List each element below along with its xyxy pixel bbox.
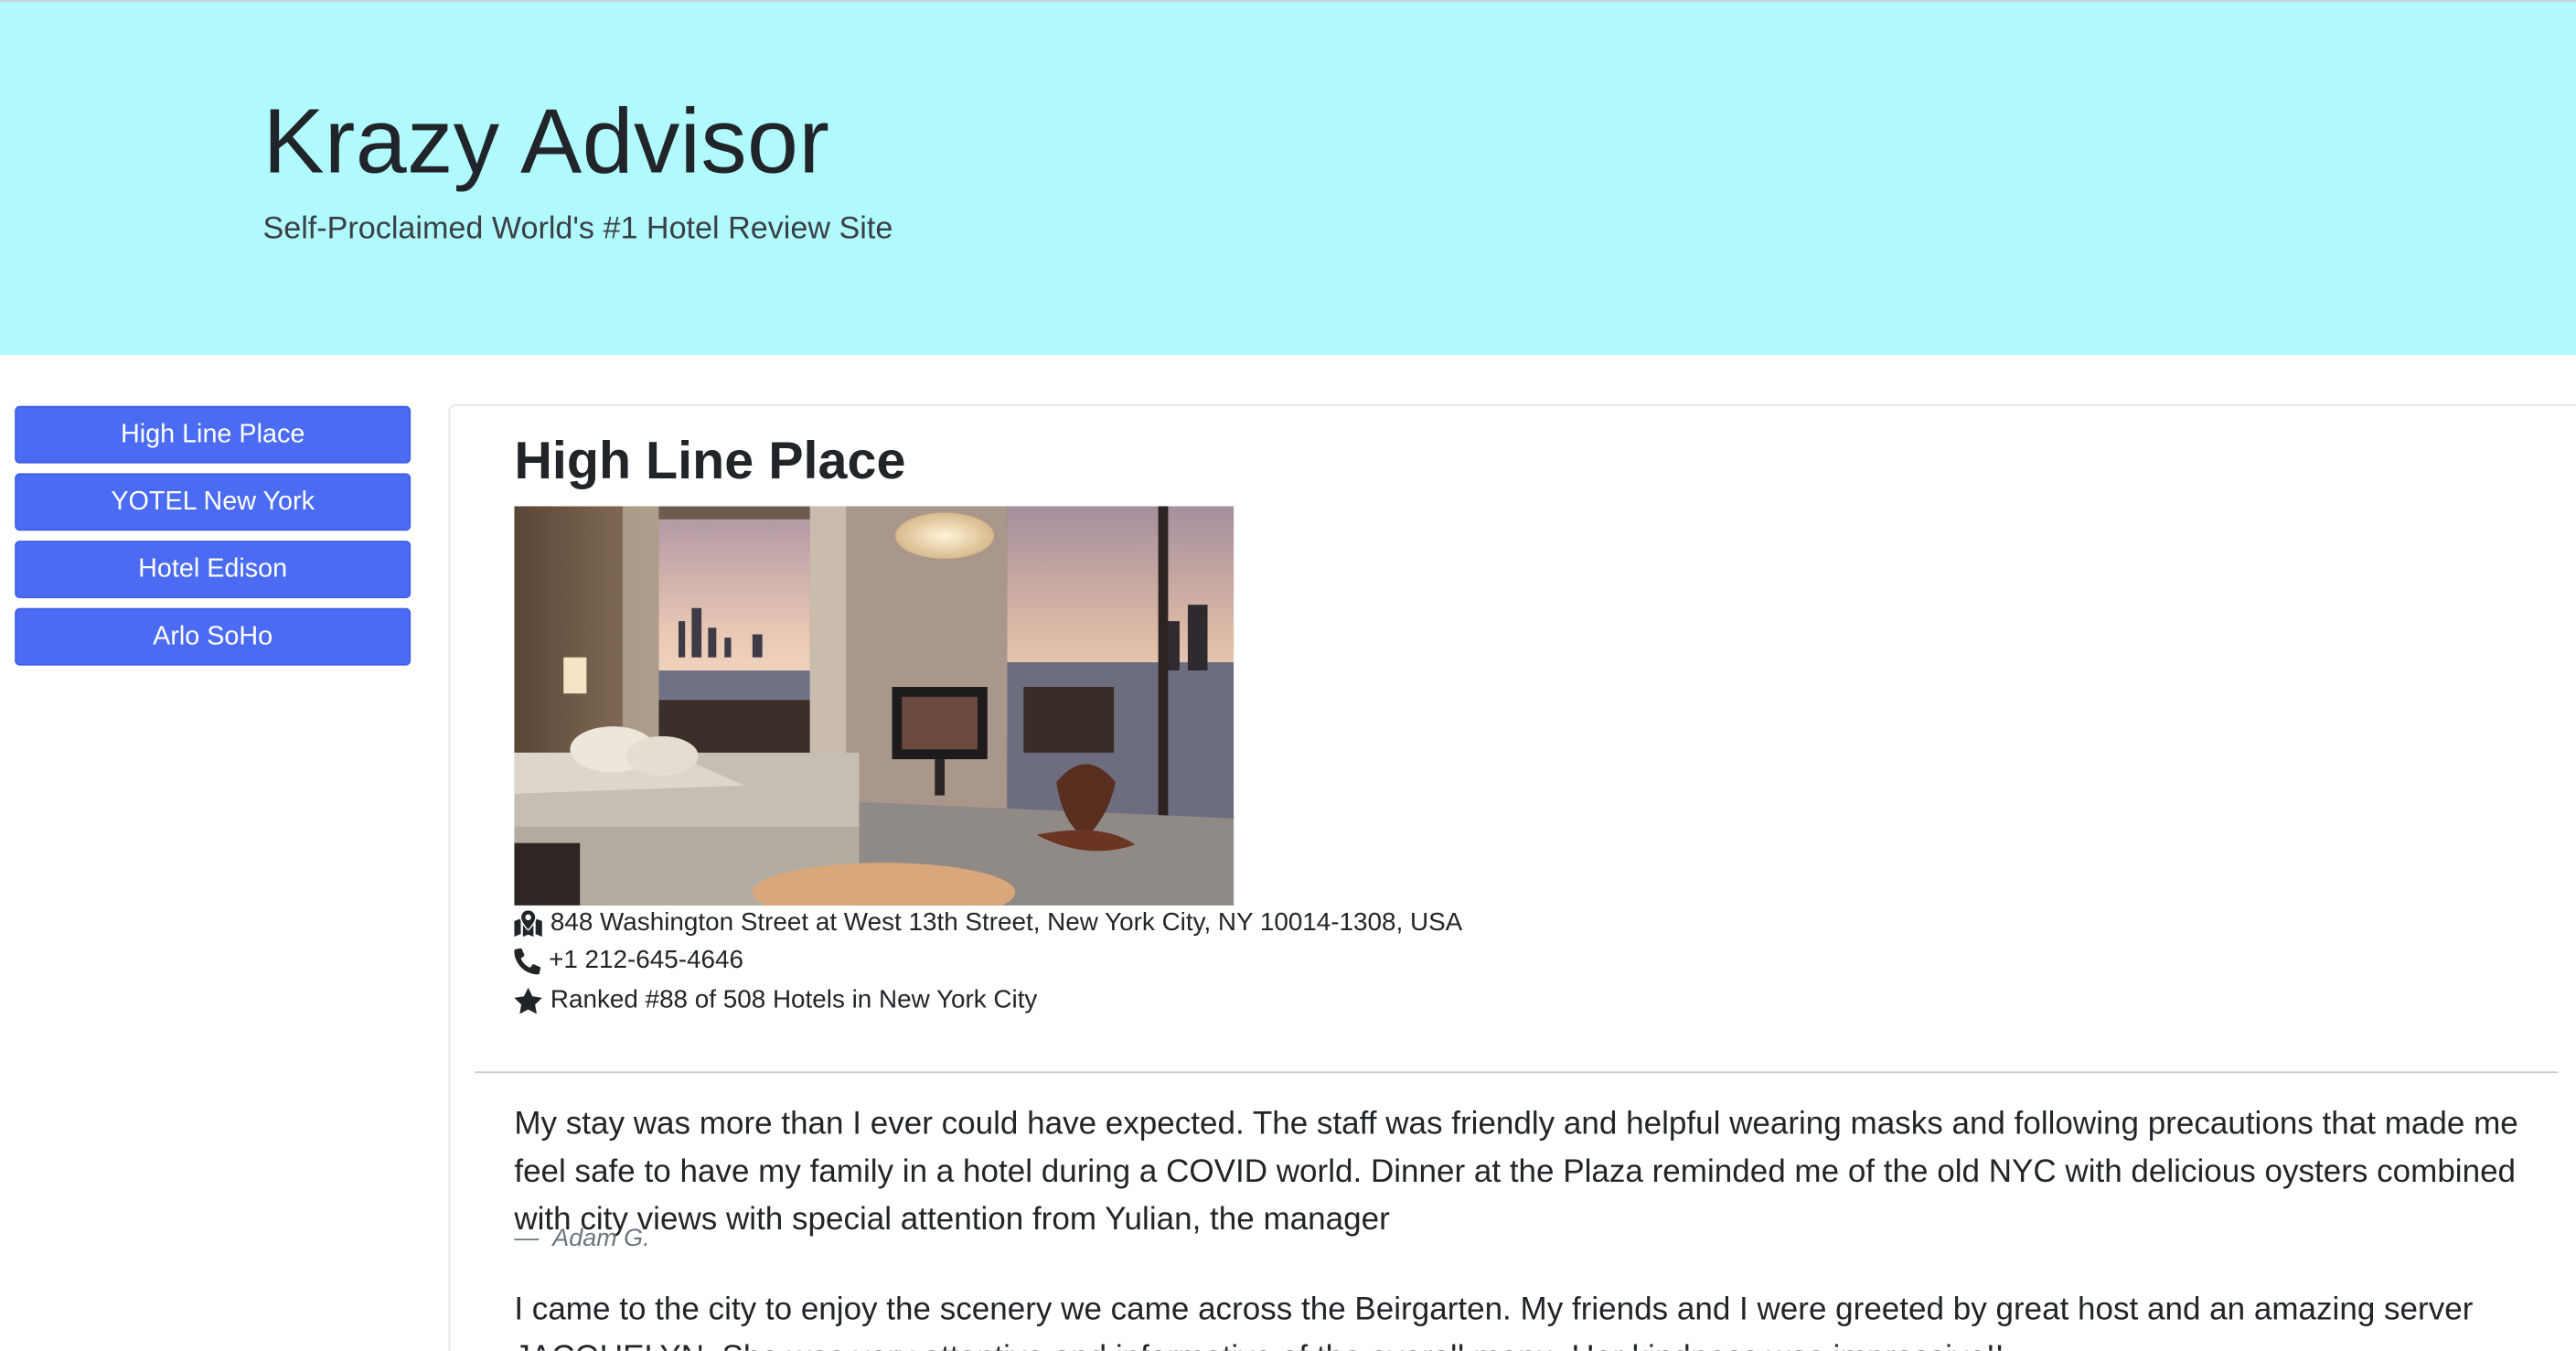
hotel-address-text: 848 Washington Street at West 13th Stree…: [550, 908, 1463, 938]
hotel-address: 848 Washington Street at West 13th Stree…: [514, 909, 1462, 938]
hotel-name: High Line Place: [514, 430, 906, 490]
site-subtitle: Self-Proclaimed World's #1 Hotel Review …: [262, 211, 893, 247]
hotel-ranking: Ranked #88 of 508 Hotels in New York Cit…: [514, 986, 1037, 1015]
nav-button-yotel-new-york[interactable]: YOTEL New York: [15, 473, 412, 531]
author-dash: —: [514, 1224, 553, 1253]
hotel-phone: +1 212-645-4646: [514, 947, 743, 976]
review-author: — Adam G.: [514, 1224, 649, 1252]
site-header: Krazy Advisor Self-Proclaimed World's #1…: [0, 0, 2576, 356]
review-author-name: Adam G.: [552, 1224, 650, 1253]
phone-icon: [514, 948, 541, 975]
review-text: My stay was more than I ever could have …: [514, 1106, 2518, 1238]
nav-button-arlo-soho[interactable]: Arlo SoHo: [15, 607, 412, 666]
hotel-room-photo: [514, 506, 1235, 906]
hotel-room-image: [514, 506, 1235, 906]
star-icon: [514, 987, 542, 1014]
page: Krazy Advisor Self-Proclaimed World's #1…: [0, 0, 2576, 1351]
hotel-phone-text: +1 212-645-4646: [549, 946, 743, 975]
hotel-ranking-text: Ranked #88 of 508 Hotels in New York Cit…: [550, 985, 1038, 1014]
map-marked-icon: [514, 910, 542, 938]
site-title: Krazy Advisor: [262, 89, 830, 193]
review-text: I came to the city to enjoy the scenery …: [514, 1292, 2474, 1351]
nav-button-hotel-edison[interactable]: Hotel Edison: [15, 541, 412, 598]
section-divider: [475, 1071, 2559, 1074]
hotel-nav-sidebar: High Line Place YOTEL New York Hotel Edi…: [15, 405, 412, 676]
nav-button-high-line-place[interactable]: High Line Place: [15, 405, 412, 464]
